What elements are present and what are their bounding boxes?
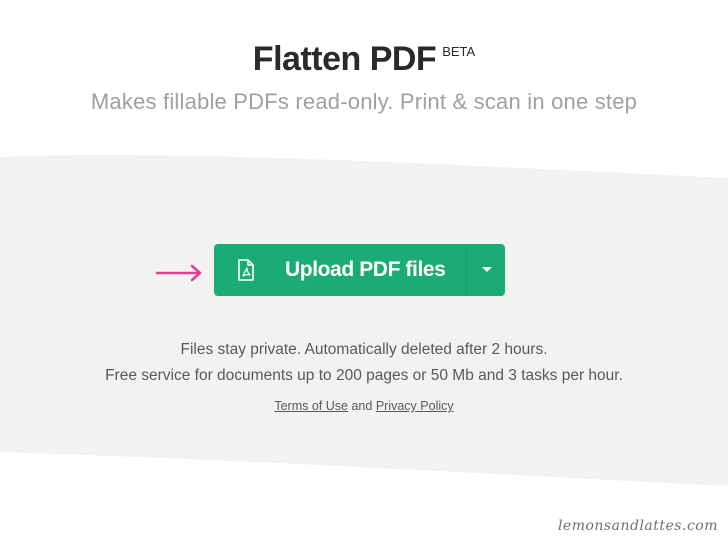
page-title: Flatten PDF	[252, 40, 437, 78]
upload-options-dropdown[interactable]	[467, 244, 505, 296]
legal-links: Terms of Use and Privacy Policy	[0, 399, 728, 413]
site-watermark: lemonsandlattes.com	[557, 518, 718, 534]
title-row: Flatten PDF BETA	[0, 40, 728, 79]
upload-pdf-button[interactable]: Upload PDF files	[214, 244, 505, 296]
upload-button-label: Upload PDF files	[285, 258, 446, 281]
page-subtitle: Makes fillable PDFs read-only. Print & s…	[90, 89, 638, 114]
legal-and-text: and	[351, 399, 373, 413]
limits-note: Free service for documents up to 200 pag…	[105, 367, 623, 384]
terms-of-use-link[interactable]: Terms of Use	[274, 399, 348, 413]
beta-badge: BETA	[442, 44, 476, 59]
privacy-policy-link[interactable]: Privacy Policy	[376, 399, 454, 413]
arrow-right-icon	[155, 258, 205, 288]
pdf-file-icon	[237, 259, 255, 281]
privacy-note: Files stay private. Automatically delete…	[180, 341, 548, 358]
caret-down-icon	[482, 267, 492, 272]
